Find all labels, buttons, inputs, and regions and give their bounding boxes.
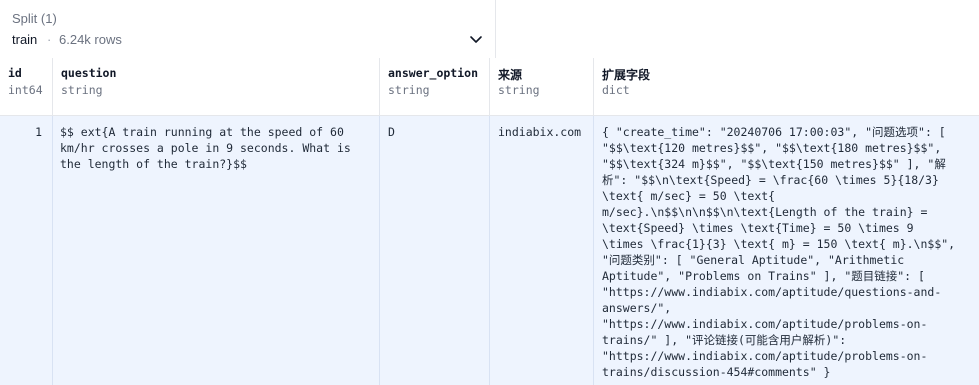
cell-source-value: indiabix.com <box>498 125 582 139</box>
split-label: Split (1) <box>12 11 57 26</box>
cell-id[interactable]: 1 <box>0 116 53 385</box>
column-header-question[interactable]: question string <box>53 58 380 115</box>
column-name: question <box>61 66 117 80</box>
column-type: dict <box>602 83 630 97</box>
column-name: answer_option <box>388 66 479 80</box>
split-name: train <box>12 32 38 47</box>
column-name: 扩展字段 <box>602 68 651 82</box>
cell-question-value: $$ ext{A train running at the speed of 6… <box>60 125 351 171</box>
cell-answer-option-value: D <box>388 125 395 139</box>
column-header-source[interactable]: 来源 string <box>490 58 594 115</box>
column-header-extra[interactable]: 扩展字段 dict <box>594 58 979 115</box>
split-separator: · <box>47 32 52 47</box>
split-row-count: 6.24k rows <box>59 32 122 47</box>
column-type: int64 <box>8 83 43 97</box>
column-type: string <box>61 83 103 97</box>
cell-id-value: 1 <box>35 125 42 139</box>
split-selector: Split (1) train · 6.24k rows <box>0 0 496 58</box>
cell-question[interactable]: $$ ext{A train running at the speed of 6… <box>53 116 380 385</box>
column-name: 来源 <box>498 68 523 82</box>
cell-source[interactable]: indiabix.com <box>490 116 594 385</box>
table-row[interactable]: 1 $$ ext{A train running at the speed of… <box>0 116 979 385</box>
cell-extra-value: { "create_time": "20240706 17:00:03", "问… <box>602 125 956 379</box>
chevron-down-icon[interactable] <box>469 32 483 46</box>
column-name: id <box>8 66 22 80</box>
column-type: string <box>498 83 540 97</box>
column-header-answer-option[interactable]: answer_option string <box>380 58 490 115</box>
table-header: id int64 question string answer_option s… <box>0 58 979 116</box>
column-header-id[interactable]: id int64 <box>0 58 53 115</box>
cell-answer-option[interactable]: D <box>380 116 490 385</box>
cell-extra[interactable]: { "create_time": "20240706 17:00:03", "问… <box>594 116 979 385</box>
split-dropdown[interactable]: train · 6.24k rows <box>0 28 495 52</box>
split-toolbar: Split (1) train · 6.24k rows <box>0 0 979 59</box>
column-type: string <box>388 83 430 97</box>
